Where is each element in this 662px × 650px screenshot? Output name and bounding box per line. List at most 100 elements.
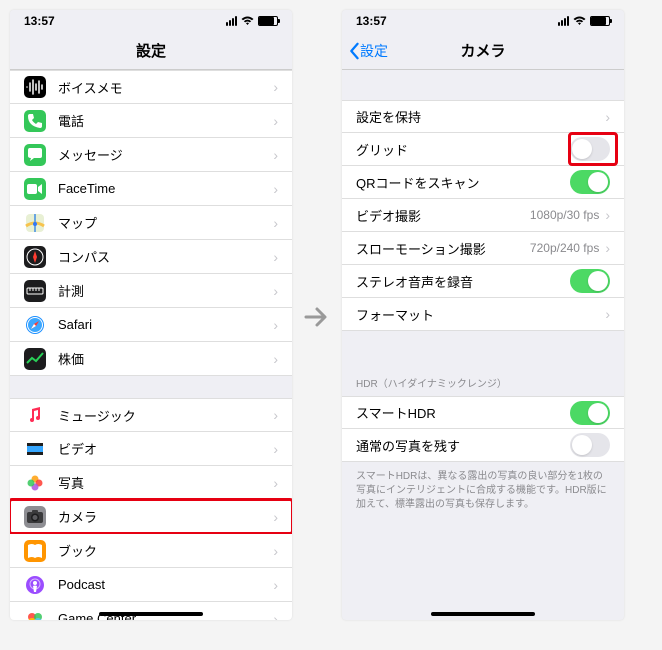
status-bar: 13:57 [342,10,624,32]
music-icon [24,404,46,426]
camera-settings-screen: 13:57 設定 カメラ 設定を保持›グリッドQRコードをスキャンビデオ撮影10… [342,10,624,620]
chevron-right-icon: › [273,475,278,491]
row-value: 720p/240 fps [530,241,599,255]
row-label: Safari [58,317,273,332]
row-label: グリッド [356,140,570,159]
toggle-switch[interactable] [570,401,610,425]
settings-row-facetime[interactable]: FaceTime› [10,172,292,206]
row-label: ボイスメモ [58,78,273,97]
signal-icon [226,16,237,26]
row-label: ステレオ音声を録音 [356,272,570,291]
chevron-right-icon: › [273,181,278,197]
wifi-icon [241,16,254,26]
messages-icon [24,144,46,166]
row-label: スマートHDR [356,403,570,422]
chevron-right-icon: › [605,306,610,322]
settings-row-video[interactable]: ビデオ› [10,432,292,466]
photos-icon [24,472,46,494]
voice-memo-icon [24,76,46,98]
row-label: 写真 [58,473,273,492]
chevron-right-icon: › [273,407,278,423]
settings-list[interactable]: ボイスメモ›電話›メッセージ›FaceTime›マップ›コンパス›計測›Safa… [10,70,292,620]
chevron-right-icon: › [605,109,610,125]
compass-icon [24,246,46,268]
facetime-icon [24,178,46,200]
row-label: ビデオ撮影 [356,206,530,225]
back-label: 設定 [360,41,388,61]
back-button[interactable]: 設定 [348,41,388,61]
camera-row[interactable]: QRコードをスキャン [342,166,624,199]
settings-row-books[interactable]: ブック› [10,534,292,568]
status-bar: 13:57 [10,10,292,32]
gamecenter-icon [24,608,46,621]
toggle-switch[interactable] [570,269,610,293]
maps-icon [24,212,46,234]
chevron-right-icon: › [273,79,278,95]
toggle-switch[interactable] [570,170,610,194]
camera-icon [24,506,46,528]
status-time: 13:57 [356,14,387,28]
camera-row[interactable]: グリッド [342,133,624,166]
row-label: カメラ [58,507,273,526]
section-header-hdr: HDR（ハイダイナミックレンジ） [342,359,624,396]
settings-row-gamecenter[interactable]: Game Center› [10,602,292,620]
page-title: 設定 [136,40,166,61]
camera-row[interactable]: ビデオ撮影1080p/30 fps › [342,199,624,232]
settings-row-camera[interactable]: カメラ› [10,500,292,534]
video-icon [24,438,46,460]
podcast-icon [24,574,46,596]
nav-bar: 設定 カメラ [342,32,624,70]
camera-row[interactable]: 通常の写真を残す [342,429,624,462]
chevron-right-icon: › [273,249,278,265]
home-indicator[interactable] [99,612,203,616]
settings-row-photos[interactable]: 写真› [10,466,292,500]
settings-row-stocks[interactable]: 株価› [10,342,292,376]
chevron-right-icon: › [273,543,278,559]
settings-row-voice-memo[interactable]: ボイスメモ› [10,70,292,104]
signal-icon [558,16,569,26]
settings-row-messages[interactable]: メッセージ› [10,138,292,172]
status-time: 13:57 [24,14,55,28]
nav-bar: 設定 [10,32,292,70]
safari-icon [24,314,46,336]
settings-row-phone[interactable]: 電話› [10,104,292,138]
chevron-right-icon: › [605,207,610,223]
camera-row[interactable]: ステレオ音声を録音 [342,265,624,298]
settings-row-compass[interactable]: コンパス› [10,240,292,274]
row-label: ブック [58,541,273,560]
chevron-right-icon: › [273,577,278,593]
stocks-icon [24,348,46,370]
battery-icon [590,16,610,26]
phone-icon [24,110,46,132]
row-label: 株価 [58,349,273,368]
chevron-right-icon: › [273,147,278,163]
row-label: フォーマット [356,305,605,324]
chevron-right-icon: › [273,215,278,231]
camera-row[interactable]: スマートHDR [342,396,624,429]
settings-row-maps[interactable]: マップ› [10,206,292,240]
row-label: FaceTime [58,181,273,196]
settings-row-safari[interactable]: Safari› [10,308,292,342]
toggle-switch[interactable] [570,433,610,457]
camera-row[interactable]: フォーマット› [342,298,624,331]
chevron-right-icon: › [273,611,278,621]
home-indicator[interactable] [431,612,535,616]
row-label: Podcast [58,577,273,592]
settings-row-podcast[interactable]: Podcast› [10,568,292,602]
camera-settings-list[interactable]: 設定を保持›グリッドQRコードをスキャンビデオ撮影1080p/30 fps›スロ… [342,70,624,620]
battery-icon [258,16,278,26]
chevron-right-icon: › [273,351,278,367]
row-label: 計測 [58,281,273,300]
page-title: カメラ [460,40,505,61]
settings-row-measure[interactable]: 計測› [10,274,292,308]
camera-row[interactable]: 設定を保持› [342,100,624,133]
toggle-switch[interactable] [570,137,610,161]
row-value: 1080p/30 fps [530,208,599,222]
settings-row-music[interactable]: ミュージック› [10,398,292,432]
row-label: マップ [58,213,273,232]
row-label: 通常の写真を残す [356,436,570,455]
camera-row[interactable]: スローモーション撮影720p/240 fps› [342,232,624,265]
books-icon [24,540,46,562]
chevron-right-icon: › [605,240,610,256]
chevron-right-icon: › [273,317,278,333]
